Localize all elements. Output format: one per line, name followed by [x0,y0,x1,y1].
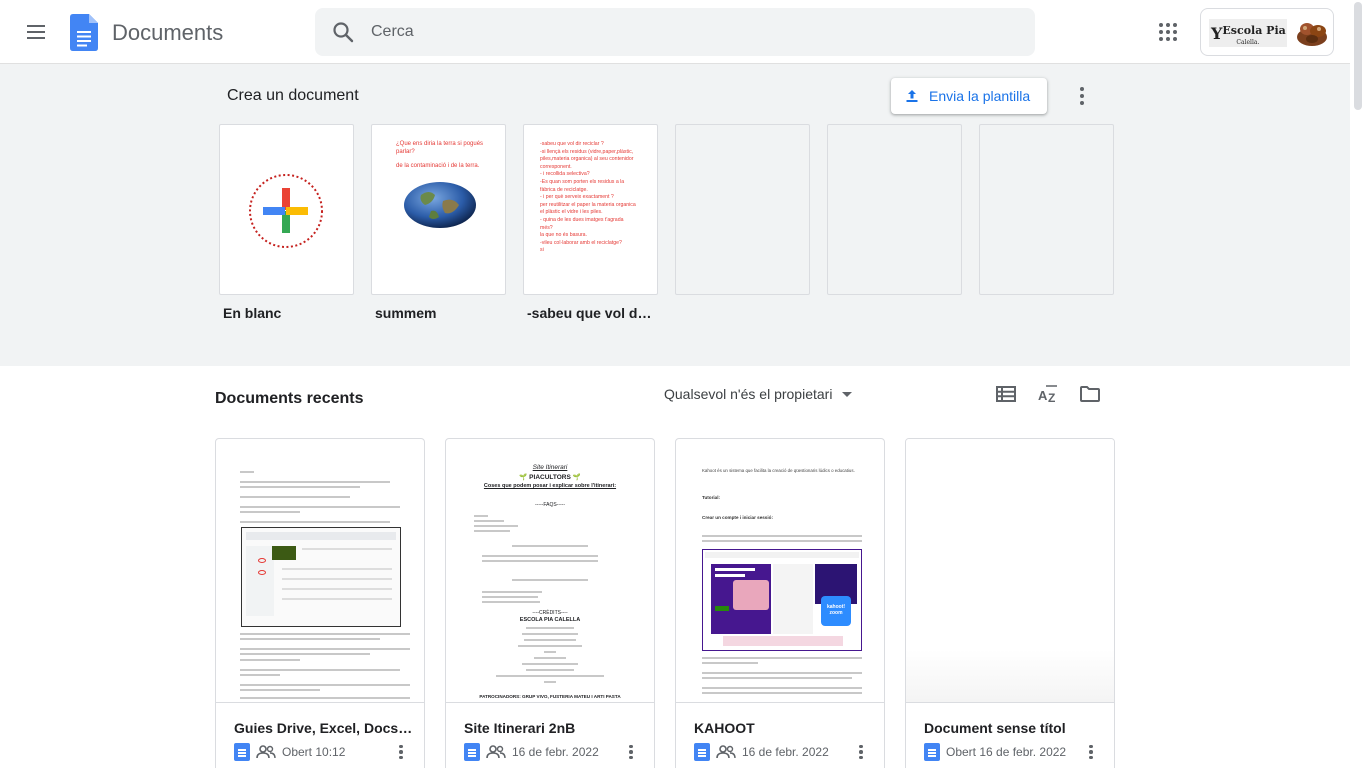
template-blank[interactable] [219,124,354,295]
account-button[interactable]: Y Escola Pia Calella. [1200,8,1334,56]
org-town: Calella. [1236,38,1260,46]
more-vert-icon [859,744,863,749]
recent-documents-heading: Documents recents [215,390,364,407]
organization-logo: Y Escola Pia Calella. [1209,19,1287,47]
document-more-button[interactable] [626,740,636,764]
document-more-button[interactable] [396,740,406,764]
doc-type-icon [924,743,940,761]
document-date: Obert 10:12 [282,745,346,759]
template-heading: Crea un document [227,87,359,104]
template-summem-label[interactable]: summem [375,305,503,321]
document-date: 16 de febr. 2022 [512,745,599,759]
summem-preview-text: ¿Que ens diria la terra si pogués parlar… [396,141,484,170]
template-placeholder [979,124,1114,295]
svg-text:Z: Z [1048,391,1055,405]
document-meta: Obert 16 de febr. 2022 [924,742,1066,762]
document-meta: 16 de febr. 2022 [464,742,599,762]
search-input[interactable] [371,20,1011,44]
send-template-label: Envia la plantilla [929,88,1031,104]
dropdown-arrow-icon [842,391,853,397]
page-scrollbar[interactable] [1350,0,1366,768]
earth-image [404,182,476,228]
svg-text:A: A [1038,388,1048,403]
app-title[interactable]: Documents [112,20,223,46]
shared-icon [486,745,506,759]
scrollbar-thumb[interactable] [1354,2,1362,110]
shared-icon [716,745,736,759]
plus-icon [249,174,323,248]
document-date: 16 de febr. 2022 [742,745,829,759]
doc-type-icon [464,743,480,761]
template-placeholder [675,124,810,295]
document-thumbnail: Site Itinerari 🌱 PIACULTORS 🌱 Coses que … [446,439,654,703]
template-blank-label[interactable]: En blanc [223,305,351,321]
document-more-button[interactable] [856,740,866,764]
document-name[interactable]: Guies Drive, Excel, Docs i ... [234,720,416,736]
search-icon[interactable] [331,20,355,44]
template-summem[interactable]: ¿Que ens diria la terra si pogués parlar… [371,124,506,295]
template-sabeu-label[interactable]: -sabeu que vol di... [527,305,653,321]
template-placeholder [827,124,962,295]
document-thumbnail: Kahoot és un sistema que facilita la cre… [676,439,884,703]
document-thumbnail [216,439,424,703]
docs-logo-icon[interactable] [70,14,98,51]
google-apps-button[interactable] [1152,16,1184,48]
doc-type-icon [694,743,710,761]
apps-grid-icon [1159,23,1163,27]
top-bar: Documents Y Escola Pia Calella. [0,0,1350,64]
more-vert-icon [1089,744,1093,749]
document-meta: 16 de febr. 2022 [694,742,829,762]
document-name[interactable]: KAHOOT [694,720,876,736]
sort-az-icon[interactable]: A Z [1036,382,1060,406]
document-name[interactable]: Document sense títol [924,720,1106,736]
avatar[interactable] [1295,17,1329,49]
template-sabeu[interactable]: -sabeu que vol dir reciclar ? -si llençà… [523,124,658,295]
owner-filter-label: Qualsevol n'és el propietari [664,386,833,402]
template-gallery: Crea un document Envia la plantilla En b… [0,64,1350,366]
document-thumbnail [906,439,1114,703]
search-bar[interactable] [315,8,1035,56]
document-more-button[interactable] [1086,740,1096,764]
document-card-untitled[interactable]: Document sense títol Obert 16 de febr. 2… [905,438,1115,768]
template-more-options-button[interactable] [1070,80,1094,112]
menu-icon [27,25,45,27]
document-meta: Obert 10:12 [234,742,345,762]
more-vert-icon [629,744,633,749]
document-card-kahoot[interactable]: Kahoot és un sistema que facilita la cre… [675,438,885,768]
main-menu-button[interactable] [16,12,56,52]
document-card-guies[interactable]: Guies Drive, Excel, Docs i ... Obert 10:… [215,438,425,768]
document-date: Obert 16 de febr. 2022 [946,745,1067,759]
org-name: Escola Pia [1222,23,1286,37]
send-template-button[interactable]: Envia la plantilla [891,78,1047,114]
shared-icon [256,745,276,759]
doc-type-icon [234,743,250,761]
more-vert-icon [399,744,403,749]
more-vert-icon [1080,87,1084,91]
upload-icon [906,90,918,102]
owner-filter-dropdown[interactable]: Qualsevol n'és el propietari [664,386,853,402]
sabeu-preview-text: -sabeu que vol dir reciclar ? -si llençà… [540,141,636,254]
folder-icon[interactable] [1078,382,1102,406]
document-card-site[interactable]: Site Itinerari 🌱 PIACULTORS 🌱 Coses que … [445,438,655,768]
list-view-icon[interactable] [994,382,1018,406]
document-name[interactable]: Site Itinerari 2nB [464,720,646,736]
